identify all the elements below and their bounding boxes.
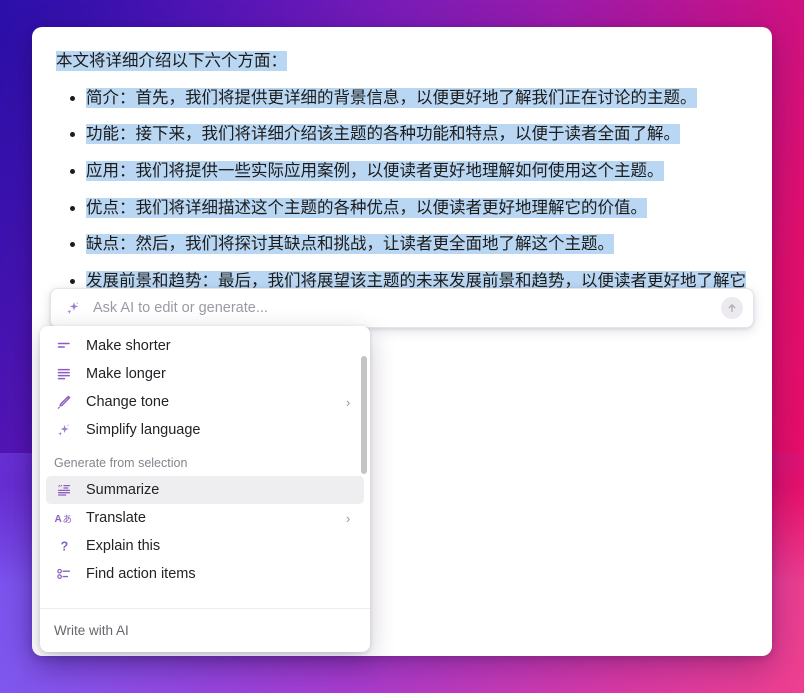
menu-item-label: Translate	[86, 510, 146, 526]
menu-item-find-action-items[interactable]: Find action items	[46, 560, 364, 588]
menu-spacer	[40, 588, 370, 598]
translate-icon: A あ	[54, 510, 74, 526]
menu-item-label: Summarize	[86, 482, 160, 498]
ai-prompt-bar[interactable]	[50, 288, 754, 328]
menu-item-label: Make shorter	[86, 338, 171, 354]
list-item: 优点：我们将详细描述这个主题的各种优点，以便读者更好地理解它的价值。	[56, 195, 748, 222]
menu-footer-write-with-ai[interactable]: Write with AI	[40, 608, 370, 652]
menu-item-explain-this[interactable]: ? Explain this	[46, 532, 364, 560]
list-item: 简介：首先，我们将提供更详细的背景信息，以便更好地了解我们正在讨论的主题。	[56, 85, 748, 112]
selected-text: 应用：我们将提供一些实际应用案例，以便读者更好地理解如何使用这个主题。	[86, 161, 664, 181]
menu-item-make-longer[interactable]: Make longer	[46, 360, 364, 388]
menu-item-change-tone[interactable]: Change tone ›	[46, 388, 364, 416]
svg-text:A: A	[55, 514, 62, 525]
menu-item-label: Explain this	[86, 538, 161, 554]
menu-section-header: Generate from selection	[54, 456, 188, 470]
document-body: 本文将详细介绍以下六个方面： 简介：首先，我们将提供更详细的背景信息，以便更好地…	[32, 27, 772, 322]
sparkle-icon	[54, 422, 74, 438]
svg-text:あ: あ	[63, 515, 73, 526]
arrow-up-icon	[726, 302, 738, 314]
document-bullet-list: 简介：首先，我们将提供更详细的背景信息，以便更好地了解我们正在讨论的主题。 功能…	[56, 85, 748, 322]
list-item: 缺点：然后，我们将探讨其缺点和挑战，让读者更全面地了解这个主题。	[56, 231, 748, 258]
chevron-right-icon: ›	[346, 394, 351, 410]
menu-item-label: Change tone	[86, 394, 170, 410]
menu-scrollbar-thumb[interactable]	[361, 356, 367, 474]
document-lead-paragraph: 本文将详细介绍以下六个方面：	[56, 49, 748, 75]
menu-item-summarize[interactable]: Summarize	[46, 476, 364, 504]
selected-text: 本文将详细介绍以下六个方面：	[56, 51, 287, 71]
menu-item-simplify-language[interactable]: Simplify language	[46, 416, 364, 444]
make-longer-icon	[54, 366, 74, 382]
list-item: 应用：我们将提供一些实际应用案例，以便读者更好地理解如何使用这个主题。	[56, 158, 748, 185]
menu-item-make-shorter[interactable]: Make shorter	[46, 332, 364, 360]
selected-text: 优点：我们将详细描述这个主题的各种优点，以便读者更好地理解它的价值。	[86, 197, 647, 218]
menu-item-label: Find action items	[86, 566, 196, 582]
checklist-icon	[54, 566, 74, 582]
menu-scrollbar[interactable]	[361, 332, 367, 608]
ai-menu-scroll-area: Make shorter Make longer Change tone › S…	[40, 326, 370, 608]
menu-item-label: Simplify language	[86, 422, 201, 438]
pen-icon	[54, 394, 74, 410]
selected-text: 简介：首先，我们将提供更详细的背景信息，以便更好地了解我们正在讨论的主题。	[86, 87, 697, 108]
ai-prompt-input[interactable]	[93, 300, 721, 316]
selected-text: 缺点：然后，我们将探讨其缺点和挑战，让读者更全面地了解这个主题。	[86, 234, 614, 255]
selected-text: 功能：接下来，我们将详细介绍该主题的各种功能和特点，以便于读者全面了解。	[86, 124, 680, 145]
quote-lines-icon	[54, 482, 74, 498]
menu-item-label: Make longer	[86, 366, 166, 382]
svg-text:?: ?	[61, 539, 69, 553]
question-mark-icon: ?	[54, 538, 74, 554]
list-item: 功能：接下来，我们将详细介绍该主题的各种功能和特点，以便于读者全面了解。	[56, 121, 748, 148]
menu-item-translate[interactable]: A あ Translate ›	[46, 504, 364, 532]
make-shorter-icon	[54, 338, 74, 354]
sparkle-icon	[65, 300, 81, 316]
ai-actions-menu[interactable]: Make shorter Make longer Change tone › S…	[40, 326, 370, 652]
chevron-right-icon: ›	[346, 510, 351, 526]
ai-submit-button[interactable]	[721, 297, 743, 319]
